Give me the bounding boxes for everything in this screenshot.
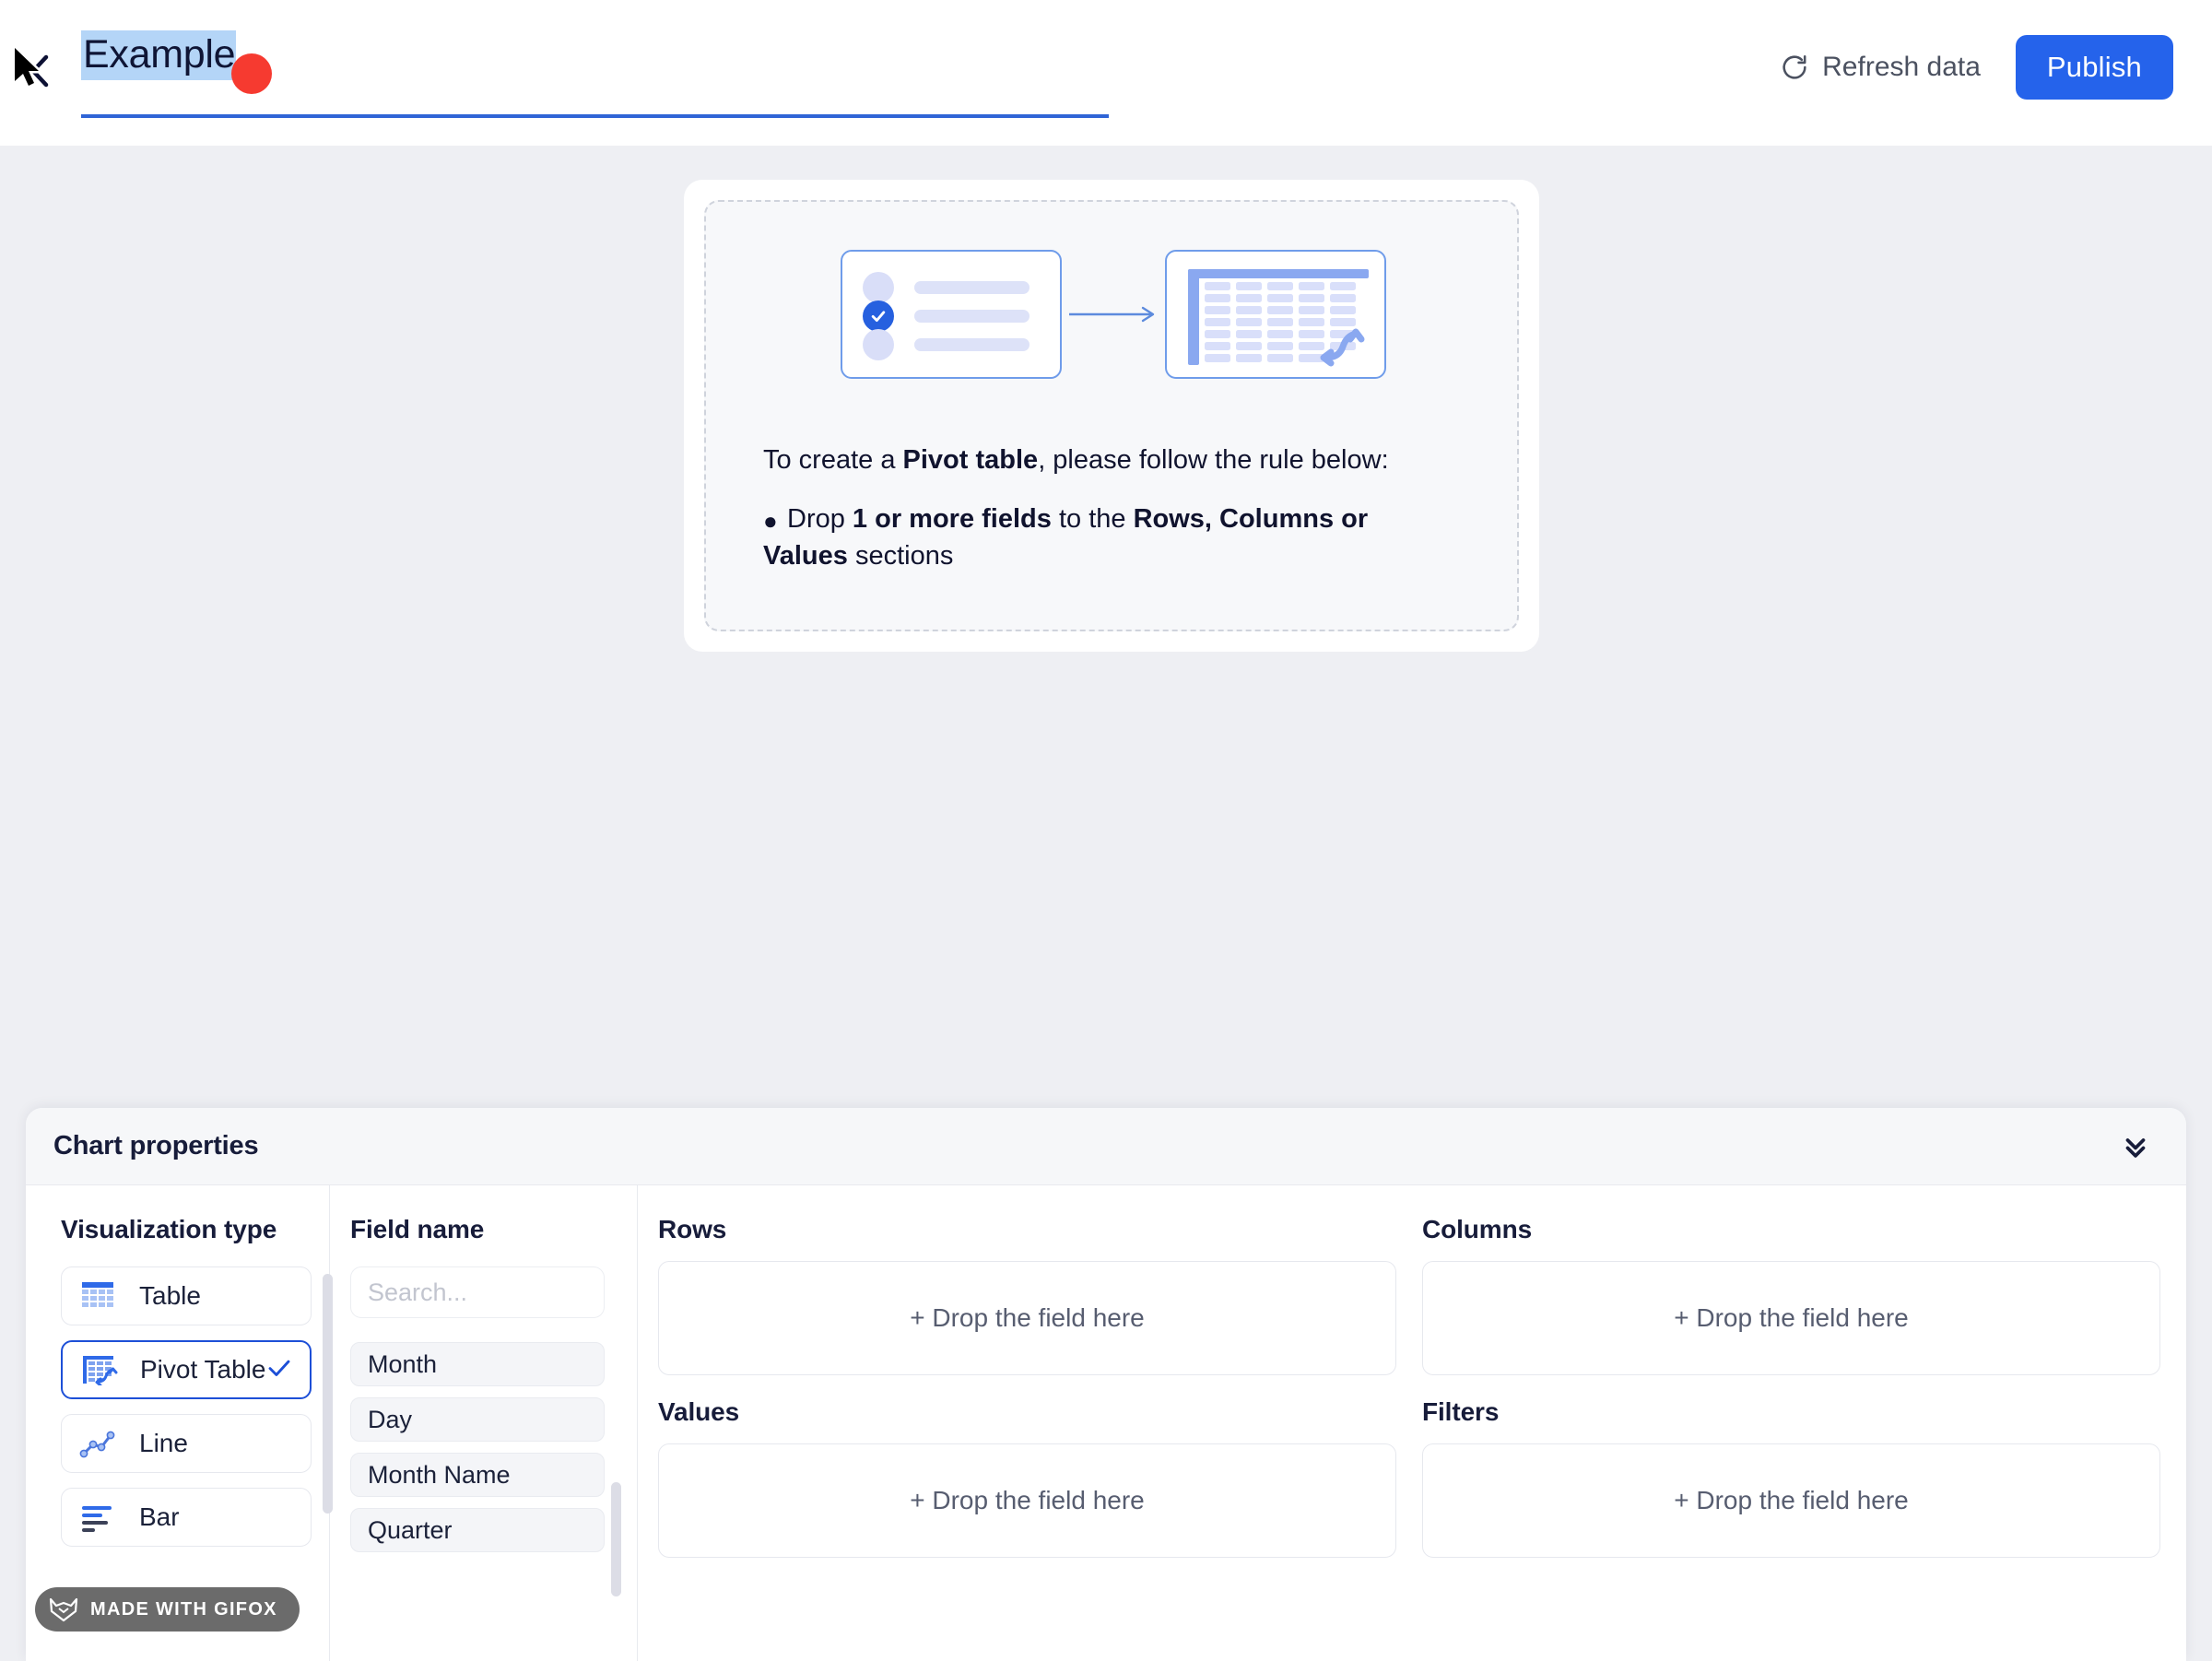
field-item[interactable]: Month (350, 1342, 605, 1386)
filters-dropzone[interactable]: + Drop the field here (1422, 1443, 2160, 1558)
chart-properties-header: Chart properties (26, 1108, 2186, 1185)
dashboard-title-text: Example (81, 30, 237, 80)
empty-state-rule-item: ● Drop 1 or more fields to the Rows, Col… (763, 501, 1408, 574)
dropzone-placeholder: + Drop the field here (910, 1303, 1145, 1332)
field-list-icon (841, 250, 1062, 379)
refresh-data-label: Refresh data (1822, 52, 1981, 82)
bar-chart-icon (82, 1506, 112, 1532)
collapse-panel-button[interactable] (2112, 1124, 2159, 1170)
refresh-icon (1783, 55, 1806, 79)
field-name-title: Field name (350, 1215, 485, 1243)
table-icon (82, 1282, 113, 1307)
chart-properties-title: Chart properties (53, 1131, 259, 1160)
viz-option-label: Line (139, 1429, 188, 1457)
field-list: Month Day Month Name Quarter (350, 1342, 637, 1552)
field-list-scrollbar[interactable] (611, 1482, 621, 1596)
rule-part1: Drop (787, 504, 853, 534)
viz-option-pivot-table[interactable]: Pivot Table (61, 1340, 312, 1399)
title-input-underline (81, 114, 1109, 118)
arrow-right-icon (1062, 305, 1165, 324)
dropzone-placeholder: + Drop the field here (1674, 1486, 1909, 1514)
bullet-icon: ● (763, 507, 778, 535)
pivot-dropzones-column: Rows + Drop the field here Values + Drop… (638, 1185, 2186, 1661)
rows-values-group: Rows + Drop the field here Values + Drop… (658, 1215, 1422, 1661)
chart-properties-body: Visualization type Table Pivot Table Lin… (26, 1185, 2186, 1661)
empty-state-illustration (706, 250, 1521, 379)
sidebar-collapse-button[interactable] (17, 48, 63, 94)
chart-properties-panel: Chart properties Visualization type Tabl… (26, 1108, 2186, 1661)
header-actions: Refresh data Publish (1774, 35, 2173, 100)
rule-part2: to the (1051, 504, 1134, 534)
dashboard-canvas: To create a Pivot table, please follow t… (0, 146, 2212, 1108)
gifox-watermark-label: MADE WITH GIFOX (90, 1598, 277, 1620)
click-indicator (231, 53, 272, 94)
viz-option-label: Pivot Table (140, 1355, 266, 1384)
columns-filters-group: Columns + Drop the field here Filters + … (1422, 1215, 2186, 1661)
rows-label: Rows (658, 1215, 727, 1243)
line-chart-icon (79, 1431, 115, 1458)
visualization-type-title: Visualization type (61, 1215, 277, 1243)
rows-dropzone[interactable]: + Drop the field here (658, 1261, 1396, 1375)
columns-dropzone[interactable]: + Drop the field here (1422, 1261, 2160, 1375)
empty-state-dashed-area: To create a Pivot table, please follow t… (704, 200, 1519, 631)
intro-suffix: , please follow the rule below: (1038, 445, 1389, 475)
chevron-left-icon (30, 54, 49, 88)
columns-label: Columns (1422, 1215, 1533, 1243)
intro-prefix: To create a (763, 445, 903, 475)
filters-label: Filters (1422, 1397, 1500, 1426)
dropzone-placeholder: + Drop the field here (1674, 1303, 1909, 1332)
viz-option-label: Table (139, 1281, 201, 1310)
field-item[interactable]: Day (350, 1397, 605, 1442)
field-item[interactable]: Quarter (350, 1508, 605, 1552)
chevrons-down-icon (2125, 1137, 2146, 1158)
visualization-type-list: Table Pivot Table Line Bar (61, 1266, 337, 1547)
pivot-table-icon (1165, 250, 1386, 379)
intro-strong: Pivot table (902, 445, 1039, 475)
fox-icon (49, 1597, 78, 1622)
dropzone-placeholder: + Drop the field here (910, 1486, 1145, 1514)
field-item[interactable]: Month Name (350, 1453, 605, 1497)
field-name-column: Field name Search... Month Day Month Nam… (330, 1185, 638, 1661)
gifox-watermark: MADE WITH GIFOX (35, 1587, 300, 1632)
rule-strong1: 1 or more fields (852, 504, 1052, 534)
app-header: Example Refresh data Publish (0, 0, 2212, 146)
check-icon (265, 1354, 293, 1386)
values-dropzone[interactable]: + Drop the field here (658, 1443, 1396, 1558)
viz-option-table[interactable]: Table (61, 1266, 312, 1325)
publish-label: Publish (2046, 51, 2142, 83)
pivot-table-icon (83, 1356, 118, 1385)
values-label: Values (658, 1397, 740, 1426)
refresh-data-button[interactable]: Refresh data (1774, 42, 1986, 92)
viz-option-label: Bar (139, 1502, 180, 1531)
empty-state-card: To create a Pivot table, please follow t… (684, 180, 1539, 652)
rule-part3: sections (847, 541, 954, 571)
search-input[interactable]: Search... (350, 1266, 605, 1318)
viz-option-line[interactable]: Line (61, 1414, 312, 1473)
viz-option-bar[interactable]: Bar (61, 1488, 312, 1547)
search-placeholder: Search... (368, 1278, 468, 1306)
publish-button[interactable]: Publish (2015, 35, 2173, 100)
empty-state-intro: To create a Pivot table, please follow t… (763, 443, 1464, 477)
